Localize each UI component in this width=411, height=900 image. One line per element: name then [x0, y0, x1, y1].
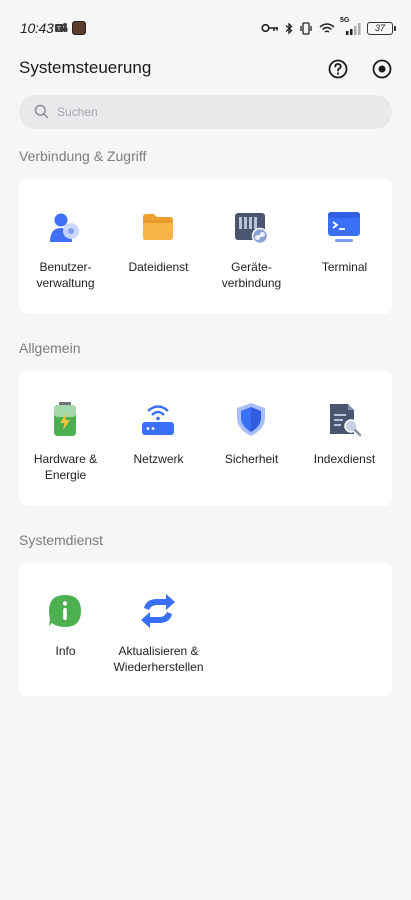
tile-label: Benutzer- verwaltung [36, 260, 95, 290]
users-icon [50, 213, 79, 242]
tile-label: Dateidienst [128, 260, 189, 274]
tile-label: Netzwerk [133, 452, 184, 466]
search-icon [34, 104, 49, 119]
vibrate-icon [300, 21, 312, 35]
tile-device-connection[interactable]: Geräte- verbindung [205, 179, 298, 312]
tile-index-service[interactable]: Indexdienst [298, 371, 391, 504]
app-notification-icon [72, 21, 86, 35]
cellular-signal-icon: 5G [340, 17, 361, 35]
svg-text:T: T [56, 26, 61, 33]
folder-icon [143, 214, 173, 240]
help-button[interactable] [327, 58, 349, 80]
section-title-system-service: Systemdienst [19, 532, 104, 548]
index-search-icon [330, 404, 362, 437]
status-time: 10:43 [20, 20, 54, 36]
search-bar[interactable] [19, 95, 392, 129]
search-input[interactable] [57, 95, 377, 129]
section-card-system-service: Info Aktualisieren & Wiederherstellen [19, 563, 392, 696]
tile-info[interactable]: Info [19, 563, 112, 696]
page-title: Systemsteuerung [19, 58, 152, 77]
tile-label: Terminal [321, 260, 368, 274]
tile-security[interactable]: Sicherheit [205, 371, 298, 504]
tile-label: Indexdienst [313, 452, 376, 466]
section-card-general: Hardware & Energie Netzwerk Sicherheit I… [19, 371, 392, 506]
record-target-button[interactable] [371, 58, 393, 80]
tile-file-service[interactable]: Dateidienst [112, 179, 205, 312]
section-title-general: Allgemein [19, 340, 81, 356]
tile-label: Sicherheit [224, 452, 279, 466]
tile-network[interactable]: Netzwerk [112, 371, 205, 504]
tile-label: Geräte- verbindung [221, 260, 282, 290]
tile-terminal[interactable]: Terminal [298, 179, 391, 312]
tile-label: Aktualisieren & Wiederherstellen [113, 644, 204, 674]
shield-icon [237, 403, 265, 436]
section-card-connection: Benutzer- verwaltung Dateidienst Geräte-… [19, 179, 392, 314]
status-icons: 5G 37 [261, 17, 396, 38]
info-icon [49, 595, 81, 627]
key-icon [261, 23, 278, 33]
router-icon [142, 405, 174, 435]
battery-icon [54, 402, 76, 436]
battery-indicator: 37 [367, 21, 396, 35]
tile-update-restore[interactable]: Aktualisieren & Wiederherstellen [112, 563, 205, 696]
terminal-icon [328, 212, 360, 242]
bluetooth-icon [285, 21, 293, 35]
app-header: Systemsteuerung [19, 56, 393, 80]
device-link-icon [235, 213, 269, 245]
tile-label: Info [55, 644, 76, 658]
status-bar: 10:43 T 5G 37 [0, 0, 411, 56]
wifi-icon [319, 22, 335, 33]
teams-app-icon: T [55, 23, 68, 33]
tile-user-management[interactable]: Benutzer- verwaltung [19, 179, 112, 312]
update-arrows-icon [141, 594, 175, 628]
tile-hardware-energy[interactable]: Hardware & Energie [19, 371, 112, 504]
section-title-connection: Verbindung & Zugriff [19, 148, 147, 164]
tile-label: Hardware & Energie [33, 452, 98, 482]
